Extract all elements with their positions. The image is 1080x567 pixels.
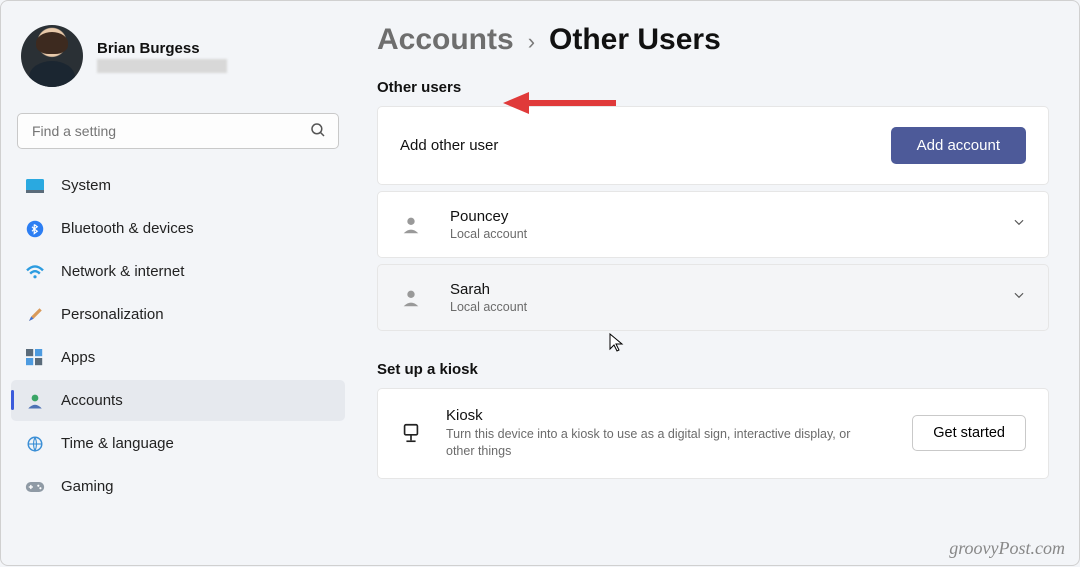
user-row-pouncey[interactable]: Pouncey Local account [377, 191, 1049, 258]
search-input[interactable] [17, 113, 339, 149]
main-panel: Accounts › Other Users Other users Add o… [371, 1, 1069, 567]
search-icon[interactable] [309, 121, 327, 144]
add-account-button[interactable]: Add account [891, 127, 1026, 164]
avatar [21, 25, 83, 87]
section-heading-other-users: Other users [377, 79, 1049, 96]
chevron-right-icon: › [528, 29, 535, 55]
sidebar-item-system[interactable]: System [11, 165, 345, 206]
sidebar-item-label: System [61, 177, 111, 194]
person-icon [400, 214, 422, 236]
paintbrush-icon [25, 305, 45, 325]
breadcrumb: Accounts › Other Users [377, 23, 1049, 57]
globe-clock-icon [25, 434, 45, 454]
sidebar-item-label: Apps [61, 349, 95, 366]
user-label-group: Sarah Local account [450, 281, 1002, 314]
add-other-user-label: Add other user [400, 137, 498, 154]
chevron-down-icon [1012, 215, 1026, 234]
system-icon [25, 176, 45, 196]
kiosk-description: Turn this device into a kiosk to use as … [446, 426, 876, 460]
sidebar-item-time-language[interactable]: Time & language [11, 423, 345, 464]
profile-text: Brian Burgess [97, 40, 227, 73]
sidebar-item-bluetooth[interactable]: Bluetooth & devices [11, 208, 345, 249]
sidebar-item-label: Network & internet [61, 263, 184, 280]
sidebar-item-gaming[interactable]: Gaming [11, 466, 345, 507]
accounts-icon [25, 391, 45, 411]
sidebar-item-network[interactable]: Network & internet [11, 251, 345, 292]
sidebar-item-label: Gaming [61, 478, 114, 495]
profile-name: Brian Burgess [97, 40, 227, 57]
sidebar-item-label: Accounts [61, 392, 123, 409]
user-name: Sarah [450, 281, 1002, 298]
wifi-icon [25, 262, 45, 282]
kiosk-title: Kiosk [446, 407, 912, 424]
chevron-down-icon [1012, 288, 1026, 307]
add-other-user-card: Add other user Add account [377, 106, 1049, 185]
profile-email-redacted [97, 59, 227, 73]
kiosk-icon [400, 422, 422, 444]
sidebar: Brian Burgess System Bluetooth & devices… [1, 1, 351, 567]
sidebar-item-personalization[interactable]: Personalization [11, 294, 345, 335]
get-started-button[interactable]: Get started [912, 415, 1026, 451]
gamepad-icon [25, 477, 45, 497]
kiosk-card: Kiosk Turn this device into a kiosk to u… [377, 388, 1049, 479]
sidebar-item-label: Time & language [61, 435, 174, 452]
breadcrumb-current: Other Users [549, 23, 721, 57]
sidebar-item-accounts[interactable]: Accounts [11, 380, 345, 421]
watermark: groovyPost.com [949, 538, 1065, 559]
user-type: Local account [450, 300, 1002, 314]
bluetooth-icon [25, 219, 45, 239]
user-label-group: Pouncey Local account [450, 208, 1002, 241]
breadcrumb-parent[interactable]: Accounts [377, 23, 514, 57]
sidebar-item-label: Bluetooth & devices [61, 220, 194, 237]
sidebar-item-apps[interactable]: Apps [11, 337, 345, 378]
kiosk-label-group: Kiosk Turn this device into a kiosk to u… [446, 407, 912, 460]
user-type: Local account [450, 227, 1002, 241]
nav-list: System Bluetooth & devices Network & int… [11, 165, 345, 507]
search-container [17, 113, 339, 149]
section-heading-kiosk: Set up a kiosk [377, 361, 1049, 378]
profile-block[interactable]: Brian Burgess [11, 19, 345, 101]
user-name: Pouncey [450, 208, 1002, 225]
user-row-sarah[interactable]: Sarah Local account [377, 264, 1049, 331]
person-icon [400, 287, 422, 309]
sidebar-item-label: Personalization [61, 306, 164, 323]
apps-icon [25, 348, 45, 368]
